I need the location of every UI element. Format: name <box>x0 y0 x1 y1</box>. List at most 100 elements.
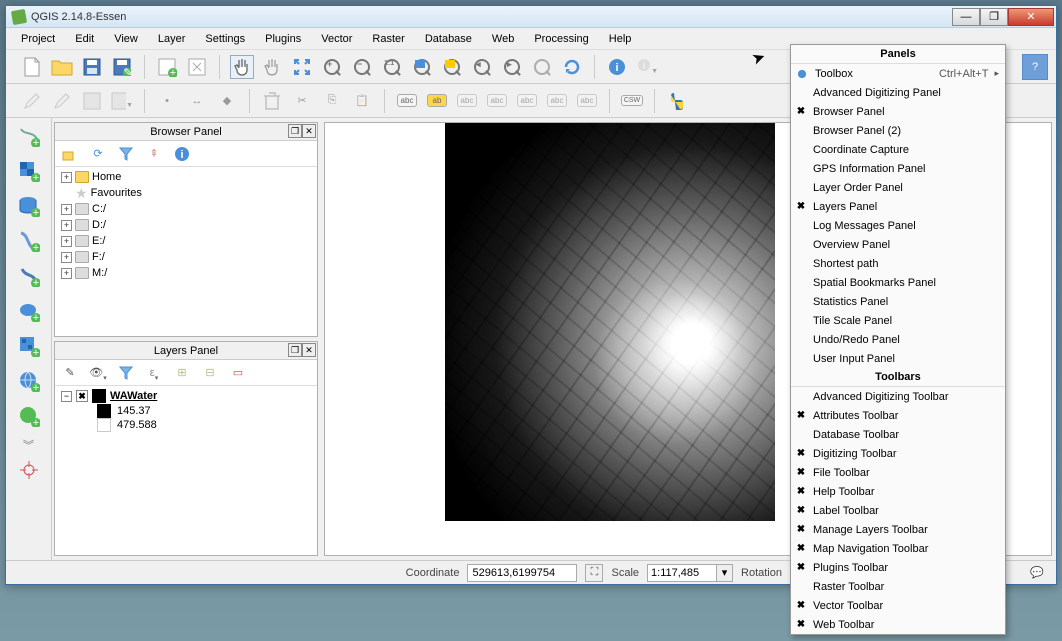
move-feature-button[interactable]: ↔ <box>185 89 209 113</box>
add-layer-icon[interactable] <box>61 145 79 163</box>
style-button[interactable]: ✎ <box>61 364 79 382</box>
messages-button[interactable]: 💬 <box>1026 564 1048 582</box>
node-tool-button[interactable]: ◆ <box>215 89 239 113</box>
menu-plugins[interactable]: Plugins <box>256 30 310 48</box>
ctx-toolbar-item-5[interactable]: Help Toolbar <box>791 482 1005 501</box>
browser-close-button[interactable]: ✕ <box>302 124 316 138</box>
menu-processing[interactable]: Processing <box>525 30 597 48</box>
label-abc-4-button[interactable]: abc <box>515 89 539 113</box>
paste-button[interactable]: 📋 <box>350 89 374 113</box>
menu-help[interactable]: Help <box>600 30 641 48</box>
identify-dropdown-button[interactable]: i▼ <box>635 55 659 79</box>
browser-item-c[interactable]: +C:/ <box>57 201 315 217</box>
layer-visibility-checkbox[interactable] <box>76 390 88 402</box>
ctx-panel-item-14[interactable]: User Input Panel <box>791 349 1005 368</box>
ctx-toolbar-item-11[interactable]: Vector Toolbar <box>791 596 1005 615</box>
refresh-button[interactable] <box>560 55 584 79</box>
ctx-toolbar-item-10[interactable]: Raster Toolbar <box>791 577 1005 596</box>
ctx-toolbar-item-0[interactable]: Advanced Digitizing Toolbar <box>791 387 1005 406</box>
label-abc-6-button[interactable]: abc <box>575 89 599 113</box>
add-raster-layer-button[interactable]: + <box>15 157 43 185</box>
menu-edit[interactable]: Edit <box>66 30 103 48</box>
coordinate-input[interactable] <box>467 564 577 582</box>
zoom-actual-button[interactable] <box>530 55 554 79</box>
zoom-in-button[interactable]: + <box>320 55 344 79</box>
ctx-panel-item-11[interactable]: Statistics Panel <box>791 292 1005 311</box>
browser-undock-button[interactable]: ❐ <box>288 124 302 138</box>
label-abc-highlight-button[interactable]: ab <box>425 89 449 113</box>
expression-button[interactable]: ε▾ <box>145 364 163 382</box>
ctx-panel-item-4[interactable]: GPS Information Panel <box>791 159 1005 178</box>
zoom-last-button[interactable]: ◂ <box>470 55 494 79</box>
zoom-full-button[interactable] <box>290 55 314 79</box>
zoom-out-button[interactable]: − <box>350 55 374 79</box>
filter-browser-icon[interactable] <box>117 145 135 163</box>
scale-dropdown-button[interactable]: ▾ <box>717 564 733 582</box>
ctx-panel-item-6[interactable]: Layers Panel <box>791 197 1005 216</box>
add-wms-layer-button[interactable]: + <box>15 332 43 360</box>
ctx-toolbar-item-9[interactable]: Plugins Toolbar <box>791 558 1005 577</box>
menu-project[interactable]: Project <box>12 30 64 48</box>
edit-pencil-button[interactable] <box>20 89 44 113</box>
ctx-toolbar-item-3[interactable]: Digitizing Toolbar <box>791 444 1005 463</box>
save-edits-button[interactable] <box>80 89 104 113</box>
ctx-panel-item-2[interactable]: Browser Panel (2) <box>791 121 1005 140</box>
browser-item-e[interactable]: +E:/ <box>57 233 315 249</box>
browser-tree[interactable]: +Home ★Favourites +C:/ +D:/ +E:/ +F:/ +M… <box>55 167 317 336</box>
ctx-panel-item-3[interactable]: Coordinate Capture <box>791 140 1005 159</box>
ctx-toolbar-item-1[interactable]: Attributes Toolbar <box>791 406 1005 425</box>
menu-raster[interactable]: Raster <box>363 30 413 48</box>
save-edits-dropdown[interactable]: ▼ <box>110 89 134 113</box>
ctx-toolbar-item-2[interactable]: Database Toolbar <box>791 425 1005 444</box>
browser-item-m[interactable]: +M:/ <box>57 265 315 281</box>
expand-all-button[interactable]: ⊞ <box>173 364 191 382</box>
maximize-button[interactable]: ❐ <box>980 8 1008 26</box>
menu-view[interactable]: View <box>105 30 147 48</box>
remove-layer-button[interactable]: ▭ <box>229 364 247 382</box>
toggle-editing-button[interactable] <box>50 89 74 113</box>
layers-tree[interactable]: − WAWater 145.37 479.588 <box>55 386 317 555</box>
scale-input[interactable] <box>647 564 717 582</box>
ctx-panel-item-13[interactable]: Undo/Redo Panel <box>791 330 1005 349</box>
ctx-panel-item-7[interactable]: Log Messages Panel <box>791 216 1005 235</box>
filter-legend-button[interactable] <box>117 364 135 382</box>
ctx-toolbar-item-6[interactable]: Label Toolbar <box>791 501 1005 520</box>
new-project-button[interactable] <box>20 55 44 79</box>
delete-selected-button[interactable] <box>260 89 284 113</box>
label-abc-3-button[interactable]: abc <box>485 89 509 113</box>
pan-button[interactable] <box>230 55 254 79</box>
ctx-toolbox[interactable]: Toolbox Ctrl+Alt+T <box>791 64 1005 83</box>
ctx-toolbar-item-12[interactable]: Web Toolbar <box>791 615 1005 634</box>
add-feature-button[interactable]: • <box>155 89 179 113</box>
layer-wawater[interactable]: − WAWater <box>57 388 315 404</box>
composer-manager-button[interactable] <box>185 55 209 79</box>
minimize-button[interactable]: — <box>952 8 980 26</box>
collapse-all-button[interactable]: ⊟ <box>201 364 219 382</box>
ctx-panel-item-12[interactable]: Tile Scale Panel <box>791 311 1005 330</box>
save-as-button[interactable]: ✎ <box>110 55 134 79</box>
ctx-panel-item-9[interactable]: Shortest path <box>791 254 1005 273</box>
csw-button[interactable]: CSW <box>620 89 644 113</box>
collapse-browser-icon[interactable]: ⇞ <box>145 145 163 163</box>
browser-item-d[interactable]: +D:/ <box>57 217 315 233</box>
layer-collapse-icon[interactable]: − <box>61 391 72 402</box>
cut-button[interactable]: ✂ <box>290 89 314 113</box>
refresh-browser-icon[interactable]: ⟳ <box>89 145 107 163</box>
identify-button[interactable]: i <box>605 55 629 79</box>
help-button[interactable]: ? <box>1022 54 1048 80</box>
add-vector-layer-button[interactable]: + <box>15 122 43 150</box>
browser-item-f[interactable]: +F:/ <box>57 249 315 265</box>
menu-vector[interactable]: Vector <box>312 30 361 48</box>
add-mssql-layer-button[interactable]: + <box>15 262 43 290</box>
add-postgis-layer-button[interactable]: + <box>15 192 43 220</box>
menu-database[interactable]: Database <box>416 30 481 48</box>
label-abc-5-button[interactable]: abc <box>545 89 569 113</box>
menu-layer[interactable]: Layer <box>149 30 195 48</box>
label-abc-2-button[interactable]: abc <box>455 89 479 113</box>
zoom-native-button[interactable]: 1:1 <box>380 55 404 79</box>
ctx-panel-item-5[interactable]: Layer Order Panel <box>791 178 1005 197</box>
label-abc-1-button[interactable]: abc <box>395 89 419 113</box>
python-console-button[interactable] <box>665 89 689 113</box>
add-wcs-layer-button[interactable]: + <box>15 367 43 395</box>
ctx-panel-item-10[interactable]: Spatial Bookmarks Panel <box>791 273 1005 292</box>
